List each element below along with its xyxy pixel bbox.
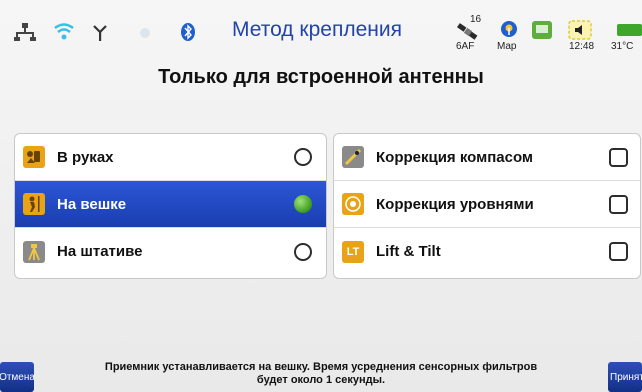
subtitle: Только для встроенной антенны [158, 66, 484, 88]
correction-level[interactable]: Коррекция уровнями [334, 181, 640, 228]
handheld-icon [23, 146, 45, 168]
radio-button-selected[interactable] [294, 195, 312, 213]
pole-icon [23, 193, 45, 215]
mount-option-label: На штативе [57, 243, 143, 260]
level-icon [342, 193, 364, 215]
mount-option-handheld[interactable]: В руках [15, 134, 326, 181]
battery-icon [617, 23, 642, 37]
tripod-icon [23, 240, 45, 263]
wifi-icon [54, 22, 74, 40]
radio-button[interactable] [294, 242, 312, 261]
status-message: Приемник устанавливается на вешку. Время… [40, 361, 602, 387]
satellite-label: 6AF [456, 41, 475, 52]
map-label: Map [497, 41, 517, 52]
radio-icon [138, 26, 152, 40]
mount-option-label: На вешке [57, 195, 127, 213]
accept-button[interactable]: Принять [608, 362, 642, 392]
radio-button[interactable] [294, 148, 312, 166]
page-title: Метод крепления [232, 18, 402, 41]
clock: 12:48 [569, 41, 595, 52]
checkbox[interactable] [609, 194, 628, 214]
controller-icon [531, 20, 553, 40]
mount-option-label: В руках [57, 148, 114, 166]
correction-label: Коррекция уровнями [376, 195, 534, 213]
checkbox[interactable] [609, 147, 628, 167]
corrections-panel: Коррекция компасом Коррекция уровнями LT… [333, 133, 641, 279]
network-icon [14, 22, 36, 42]
satellite-count: 16 [470, 14, 482, 25]
compass-icon [342, 146, 364, 168]
correction-compass[interactable]: Коррекция компасом [334, 134, 640, 181]
speaker-icon [568, 20, 592, 40]
bluetooth-icon [180, 22, 196, 42]
mount-method-panel: В руках На вешке На штативе [14, 133, 327, 279]
cancel-button[interactable]: Отмена [0, 362, 34, 392]
message-line-2: будет около 1 секунды. [256, 374, 386, 386]
satellite-icon [456, 22, 480, 42]
lift-tilt-icon: LT [342, 240, 364, 263]
temperature: 31°C [611, 41, 634, 52]
status-bar: Метод крепления 16 6AF Map 12:48 31°C [0, 0, 642, 62]
message-line-1: Приемник устанавливается на вешку. Время… [104, 361, 538, 373]
mount-option-tripod[interactable]: На штативе [15, 228, 326, 275]
mount-option-pole[interactable]: На вешке [15, 181, 326, 228]
map-icon[interactable] [500, 20, 518, 38]
antenna-icon [92, 24, 108, 42]
correction-label: Коррекция компасом [376, 148, 534, 166]
correction-lift-tilt[interactable]: LT Lift & Tilt [334, 228, 640, 275]
checkbox[interactable] [609, 242, 628, 261]
correction-label: Lift & Tilt [376, 243, 441, 260]
